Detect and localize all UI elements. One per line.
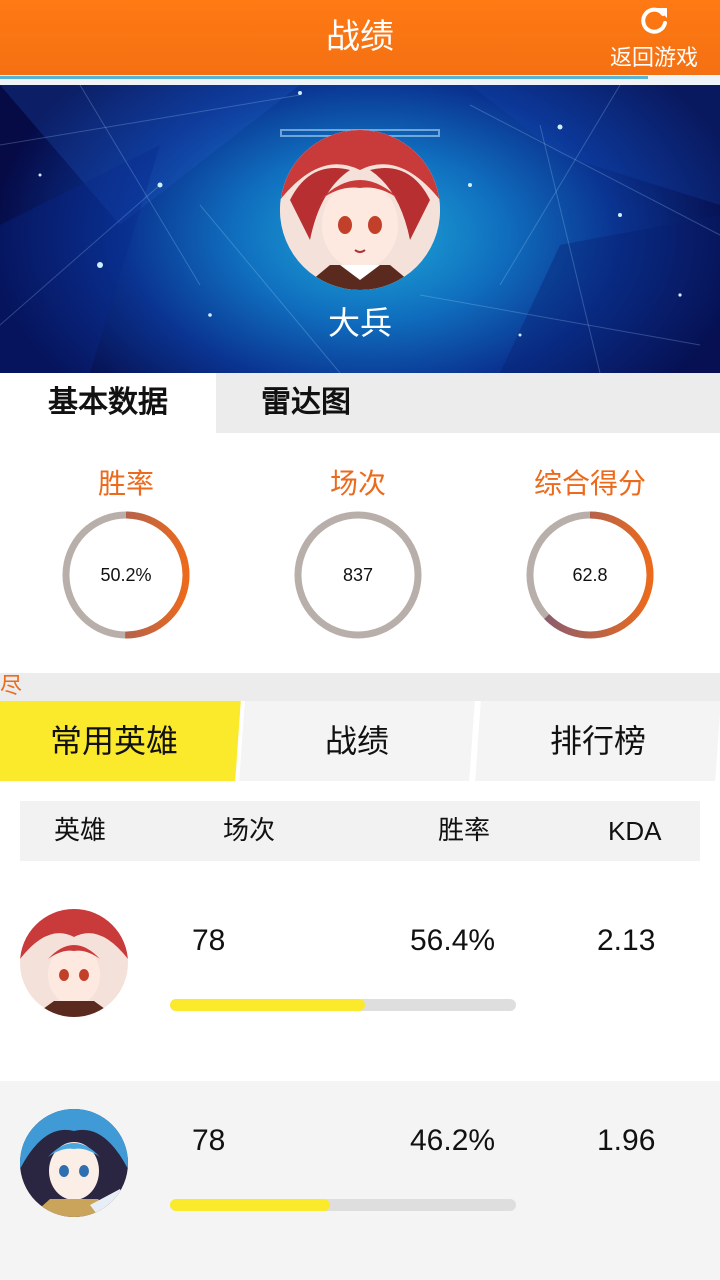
back-to-game-button[interactable]: 返回游戏	[606, 4, 702, 74]
tab-label: 常用英雄	[49, 722, 178, 760]
basic-stats-panel: 胜率 50.2% 场次 837 综合得分 62.8	[0, 433, 720, 673]
player-name: 大兵	[327, 304, 392, 342]
hero-kda: 2.13	[597, 924, 656, 957]
stat-label: 胜率	[97, 467, 154, 500]
tab-leaderboard[interactable]: 排行榜	[475, 701, 720, 781]
header-divider	[0, 75, 720, 85]
refresh-icon	[641, 7, 667, 34]
stat-value: 837	[342, 565, 374, 585]
hero-win-rate: 56.4%	[410, 924, 496, 957]
tab-basic-data[interactable]: 基本数据	[0, 373, 216, 433]
hero-kda: 1.96	[597, 1124, 656, 1157]
hero-win-rate: 46.2%	[410, 1124, 496, 1157]
column-matches: 场次	[223, 816, 276, 846]
profile-banner: 大兵	[0, 85, 720, 373]
hero-red-hair-avatar	[20, 909, 128, 1017]
stat-value: 62.8	[572, 565, 608, 585]
section-divider: 尽	[0, 673, 720, 701]
column-hero: 英雄	[54, 816, 107, 846]
table-row[interactable]: 78 56.4% 2.13	[0, 881, 720, 1081]
back-to-game-label: 返回游戏	[609, 46, 698, 71]
tab-radar-chart[interactable]: 雷达图	[216, 373, 396, 433]
win-rate-bar-fill	[170, 1199, 330, 1211]
win-rate-bar-fill	[170, 999, 366, 1011]
stat-value: 50.2%	[100, 565, 152, 585]
profile-avatar	[280, 130, 440, 290]
stat-label: 综合得分	[533, 467, 646, 500]
hero-tab-bar: 常用英雄 战绩 排行榜	[0, 701, 720, 781]
tab-label: 排行榜	[549, 722, 646, 760]
tab-label: 战绩	[324, 722, 389, 760]
stat-label: 场次	[329, 467, 386, 500]
hero-blue-hair-avatar	[20, 1109, 128, 1217]
table-row[interactable]: 78 46.2% 1.96	[0, 1081, 720, 1280]
tab-records[interactable]: 战绩	[239, 701, 475, 781]
app-header: 战绩 返回游戏	[0, 0, 720, 75]
hero-table-header: 英雄 场次 胜率 KDA	[20, 801, 700, 861]
hero-matches: 78	[192, 924, 226, 957]
column-kda: KDA	[608, 816, 662, 846]
hero-matches: 78	[192, 1124, 226, 1157]
win-rate-bar	[170, 999, 516, 1011]
tab-common-heroes[interactable]: 常用英雄	[0, 701, 241, 781]
column-win-rate: 胜率	[438, 816, 491, 846]
win-rate-bar	[170, 1199, 516, 1211]
stats-tab-bar: 基本数据 雷达图	[0, 373, 720, 433]
divider-text: 尽	[0, 674, 23, 699]
